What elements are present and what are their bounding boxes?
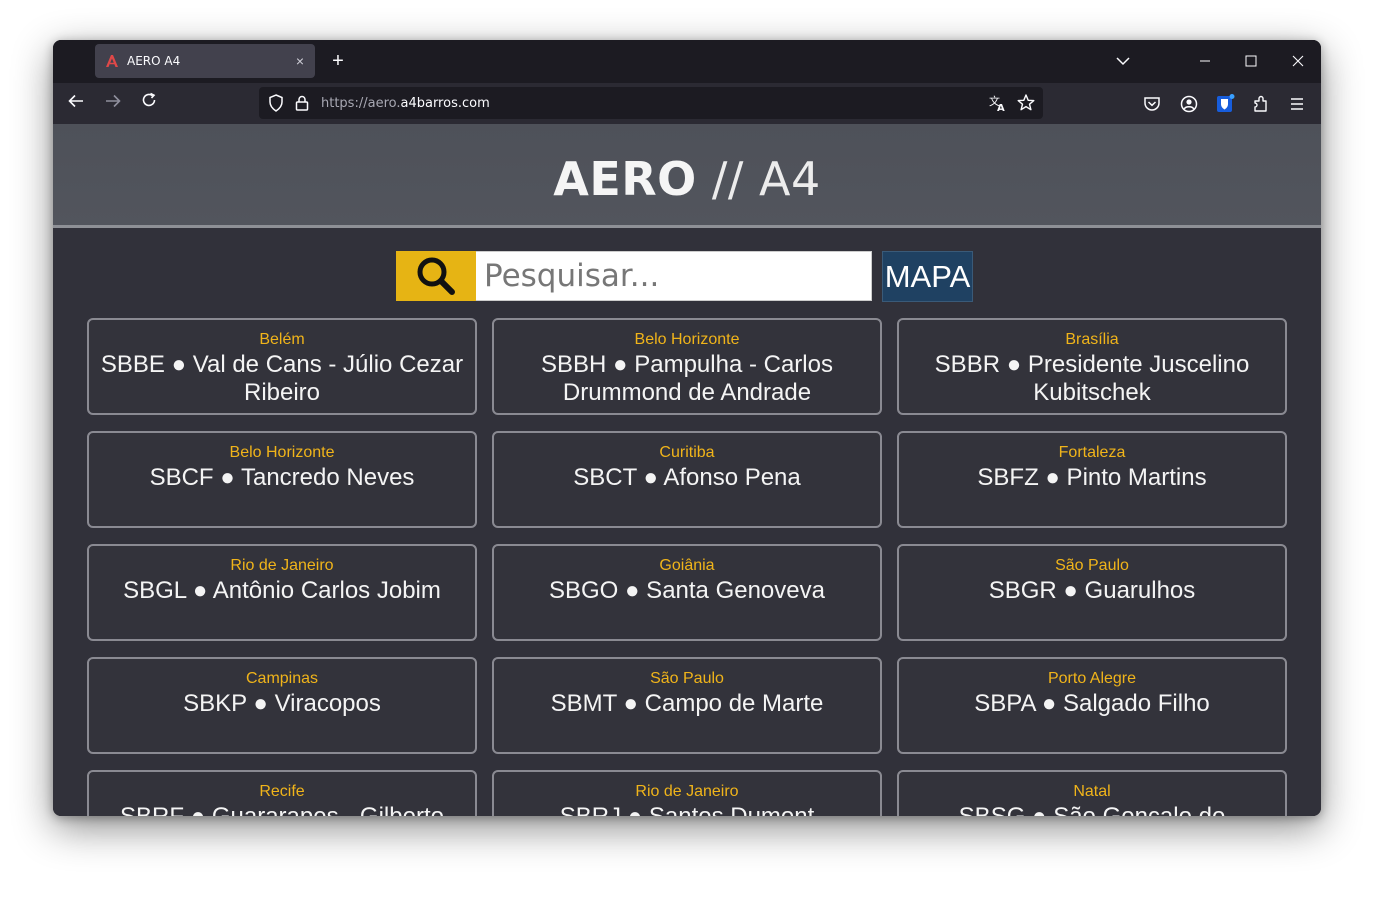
reload-button[interactable] <box>136 91 162 115</box>
airport-card[interactable]: Rio de Janeiro SBGL ● Antônio Carlos Jobi… <box>87 544 477 641</box>
airport-city: Curitiba <box>659 444 715 461</box>
airport-city: Natal <box>1073 783 1111 800</box>
svg-text:A: A <box>997 103 1005 114</box>
airport-name: SBBR ● Presidente Juscelino Kubitschek <box>934 351 1250 406</box>
close-icon <box>1292 55 1304 67</box>
account-icon[interactable] <box>1178 93 1200 115</box>
search-input[interactable] <box>476 251 872 301</box>
airport-name: SBSG ● São Gonçalo do <box>899 803 1285 816</box>
airport-card[interactable]: Brasília SBBR ● Presidente Juscelino Kubi… <box>897 318 1287 415</box>
site-title[interactable]: AERO // A4 <box>553 152 821 206</box>
airport-card[interactable]: Porto Alegre SBPA ● Salgado Filho <box>897 657 1287 754</box>
airport-city: Recife <box>259 783 305 800</box>
bookmark-star-icon[interactable] <box>1015 92 1037 114</box>
back-arrow-icon <box>68 94 83 108</box>
maximize-button[interactable] <box>1237 48 1265 74</box>
airport-name: SBKP ● Viracopos <box>183 690 381 717</box>
tab-close-icon[interactable]: × <box>289 53 311 69</box>
airport-city: Rio de Janeiro <box>230 557 334 574</box>
airport-card[interactable]: São Paulo SBMT ● Campo de Marte <box>492 657 882 754</box>
site-title-rest: // A4 <box>696 152 821 206</box>
airport-city: Fortaleza <box>1058 444 1126 461</box>
airport-city: Belo Horizonte <box>634 331 740 348</box>
pocket-icon[interactable] <box>1141 93 1163 115</box>
airport-name: SBMT ● Campo de Marte <box>550 690 824 717</box>
airport-name: SBGR ● Guarulhos <box>988 577 1196 604</box>
url-scheme: https://aero. <box>321 96 401 111</box>
airport-card[interactable]: Belém SBBE ● Val de Cans - Júlio Cezar Ri… <box>87 318 477 415</box>
site-title-bold: AERO <box>553 152 697 206</box>
airport-card[interactable]: Rio de Janeiro SBRJ ● Santos Dumont <box>492 770 882 816</box>
airport-name: SBBE ● Val de Cans - Júlio Cezar Ribeiro <box>100 351 464 406</box>
lock-icon[interactable] <box>291 92 313 114</box>
list-all-tabs-button[interactable] <box>1109 48 1137 74</box>
map-button[interactable]: MAPA <box>882 251 973 302</box>
search-button[interactable] <box>396 251 476 301</box>
back-button[interactable] <box>63 91 89 115</box>
browser-window: AERO A4 × + https://aero.a4barros.com 文 … <box>53 40 1321 816</box>
page-content: AERO // A4 MAPA Belém SBBE ● Val de Cans … <box>53 124 1321 816</box>
airport-card[interactable]: Fortaleza SBFZ ● Pinto Martins <box>897 431 1287 528</box>
url-domain: a4barros.com <box>400 96 490 111</box>
tracking-protection-shield-icon[interactable] <box>265 92 287 114</box>
airport-city: Porto Alegre <box>1047 670 1137 687</box>
airport-card[interactable]: Belo Horizonte SBBH ● Pampulha - Carlos D… <box>492 318 882 415</box>
airport-card[interactable]: Belo Horizonte SBCF ● Tancredo Neves <box>87 431 477 528</box>
tab-strip: AERO A4 × + <box>53 40 1321 83</box>
minimize-icon <box>1200 60 1210 62</box>
reload-icon <box>142 92 156 107</box>
airport-card[interactable]: Goiânia SBGO ● Santa Genoveva <box>492 544 882 641</box>
tab-title: AERO A4 <box>127 54 181 68</box>
tab-aero-a4[interactable]: AERO A4 × <box>95 44 315 78</box>
navigation-toolbar: https://aero.a4barros.com 文A <box>53 83 1321 124</box>
airport-name: SBCT ● Afonso Pena <box>573 464 801 491</box>
airport-city: São Paulo <box>650 670 724 687</box>
site-favicon-icon <box>106 55 118 67</box>
airport-name: SBCF ● Tancredo Neves <box>149 464 415 491</box>
search-icon <box>417 257 455 295</box>
airport-name: SBFZ ● Pinto Martins <box>977 464 1207 491</box>
airport-name: SBGL ● Antônio Carlos Jobim <box>123 577 441 604</box>
airport-name: SBBH ● Pampulha - Carlos Drummond de And… <box>541 351 833 406</box>
close-window-button[interactable] <box>1284 48 1312 74</box>
hamburger-menu-icon[interactable] <box>1286 93 1308 115</box>
airport-city: Goiânia <box>659 557 715 574</box>
url-bar[interactable]: https://aero.a4barros.com 文A <box>259 87 1043 119</box>
chevron-down-icon <box>1116 57 1130 66</box>
airport-city: Brasília <box>1065 331 1119 348</box>
airport-name: SBGO ● Santa Genoveva <box>549 577 825 604</box>
bitwarden-extension-icon[interactable] <box>1214 93 1236 115</box>
airport-city: Campinas <box>245 670 319 687</box>
translate-icon[interactable]: 文A <box>987 92 1009 114</box>
url-text[interactable]: https://aero.a4barros.com <box>321 96 490 111</box>
minimize-button[interactable] <box>1191 48 1219 74</box>
airport-card[interactable]: Campinas SBKP ● Viracopos <box>87 657 477 754</box>
new-tab-button[interactable]: + <box>326 50 350 74</box>
forward-button[interactable] <box>100 91 126 115</box>
airport-name: SBRJ ● Santos Dumont <box>494 803 880 816</box>
site-header: AERO // A4 <box>53 124 1321 228</box>
airport-name: SBPA ● Salgado Filho <box>974 690 1210 717</box>
airport-card[interactable]: Recife SBRF ● Guararapes - Gilberto <box>87 770 477 816</box>
forward-arrow-icon <box>106 94 121 108</box>
airport-city: São Paulo <box>1055 557 1129 574</box>
airport-city: Rio de Janeiro <box>635 783 739 800</box>
maximize-icon <box>1245 55 1257 67</box>
airport-name: SBRF ● Guararapes - Gilberto <box>89 803 475 816</box>
airport-card[interactable]: Curitiba SBCT ● Afonso Pena <box>492 431 882 528</box>
airport-card[interactable]: São Paulo SBGR ● Guarulhos <box>897 544 1287 641</box>
extensions-puzzle-icon[interactable] <box>1250 93 1272 115</box>
airport-city: Belém <box>259 331 305 348</box>
airport-card[interactable]: Natal SBSG ● São Gonçalo do <box>897 770 1287 816</box>
airport-city: Belo Horizonte <box>229 444 335 461</box>
